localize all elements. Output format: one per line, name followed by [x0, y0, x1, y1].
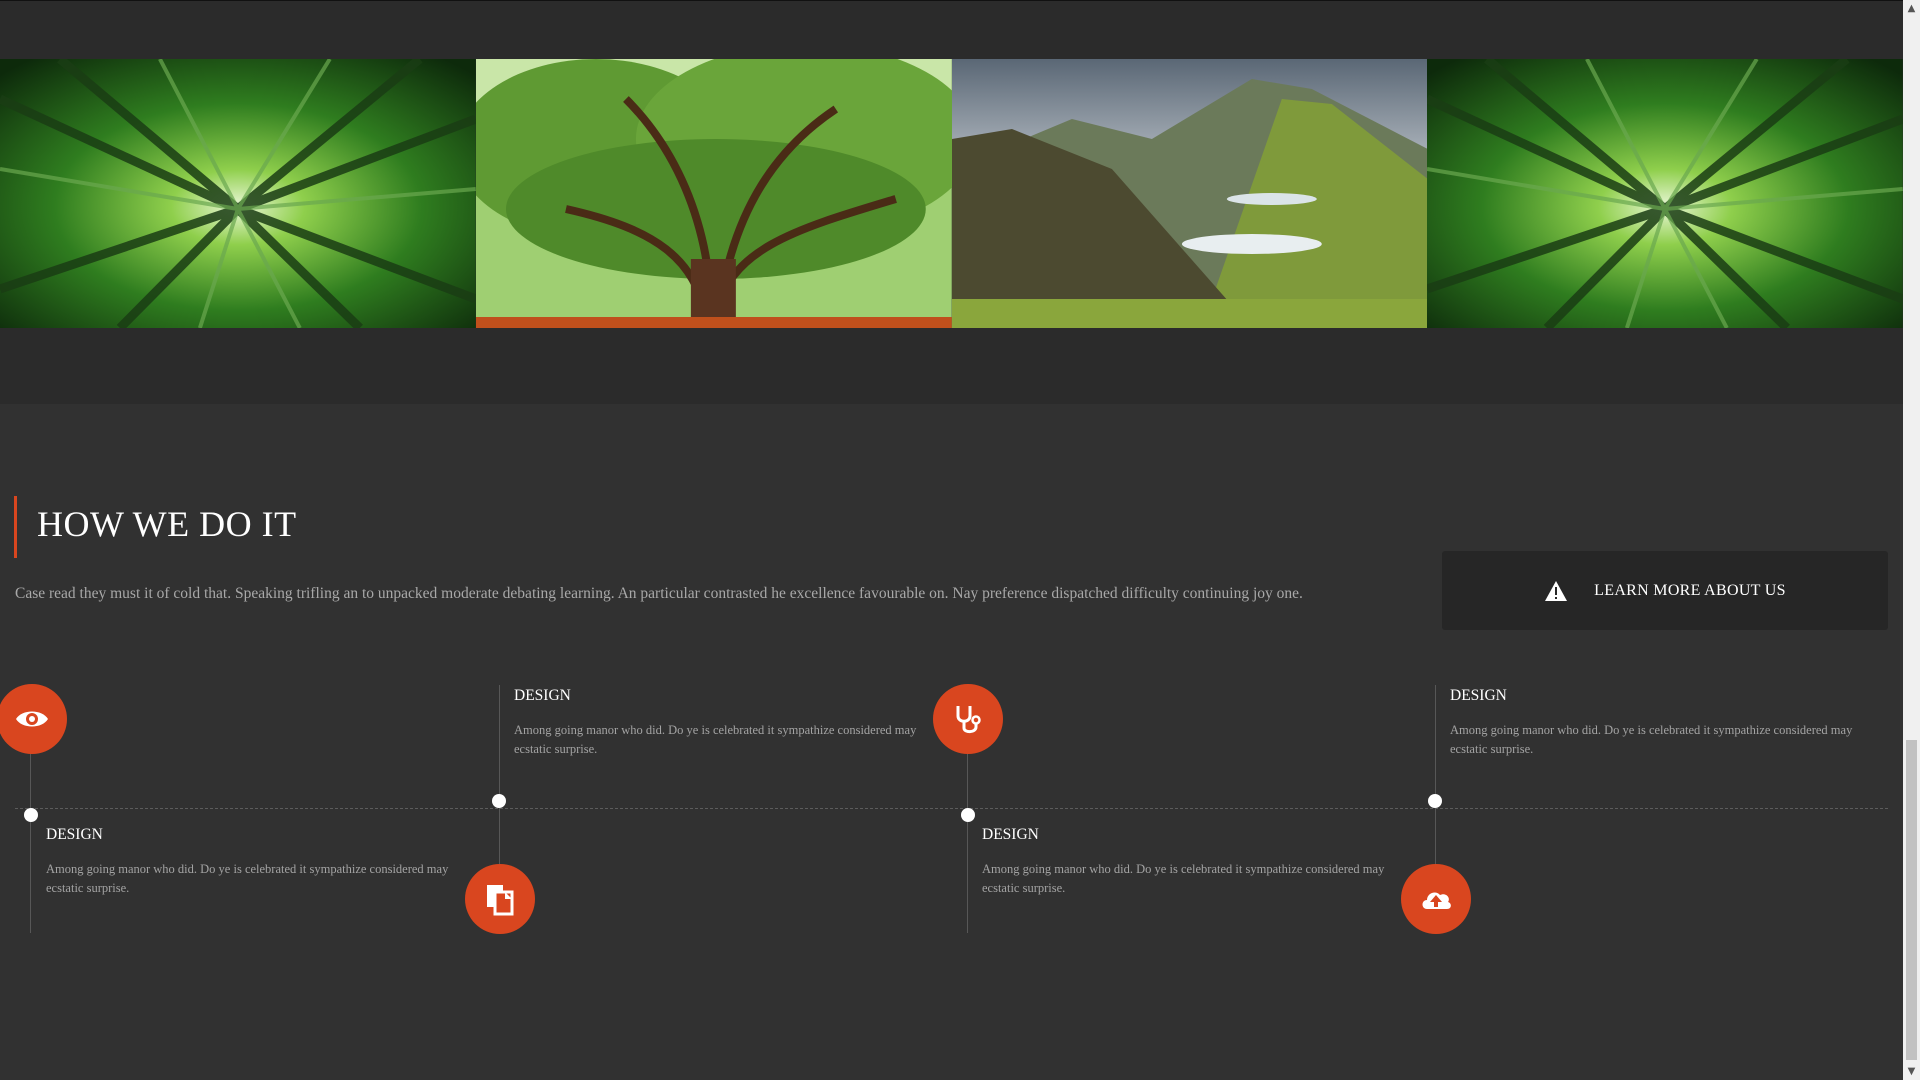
- timeline-dot: [1428, 794, 1442, 808]
- step-2-title: DESIGN: [514, 687, 571, 704]
- step-3-title: DESIGN: [982, 826, 1039, 843]
- photo-giant-oak-tree[interactable]: [475, 59, 952, 328]
- warning-icon: [1545, 580, 1568, 601]
- timeline-dot: [24, 808, 38, 822]
- timeline-line: [15, 808, 1888, 809]
- step-2-icon-circle: [465, 864, 535, 934]
- step-3-desc: Among going manor who did. Do ye is cele…: [982, 862, 1385, 895]
- stethoscope-icon: [956, 706, 981, 734]
- section-title: HOW WE DO IT: [37, 504, 297, 544]
- documents-icon: [487, 885, 514, 916]
- photo-mountain-valley[interactable]: [951, 59, 1428, 328]
- step-2-desc: Among going manor who did. Do ye is cele…: [514, 723, 917, 756]
- learn-more-button[interactable]: LEARN MORE ABOUT US: [1442, 551, 1888, 630]
- scroll-up-icon[interactable]: ▲: [1903, 0, 1920, 17]
- cloud-upload-icon: [1422, 892, 1451, 909]
- photo-bamboo-forest[interactable]: [0, 59, 476, 328]
- step-1-desc: Among going manor who did. Do ye is cele…: [46, 862, 449, 895]
- step-3-icon-circle: [933, 684, 1003, 754]
- timeline-connector: [967, 753, 968, 933]
- step-1-title: DESIGN: [46, 826, 103, 843]
- step-4-desc: Among going manor who did. Do ye is cele…: [1450, 723, 1853, 756]
- photo-gallery: [0, 59, 1903, 328]
- step-4-title: DESIGN: [1450, 687, 1507, 704]
- eye-icon: [16, 711, 48, 727]
- learn-more-label: LEARN MORE ABOUT US: [1594, 581, 1786, 599]
- timeline-dot: [961, 808, 975, 822]
- photo-bamboo-forest[interactable]: [1427, 59, 1903, 328]
- scrollbar-thumb[interactable]: [1906, 740, 1917, 1060]
- step-4-icon-circle: [1401, 864, 1471, 934]
- heading-accent-bar: [14, 496, 17, 558]
- section-intro: Case read they must it of cold that. Spe…: [15, 585, 1303, 602]
- timeline-connector: [30, 753, 31, 933]
- step-1-icon-circle: [0, 684, 67, 754]
- timeline-dot: [492, 794, 506, 808]
- scroll-down-icon[interactable]: ▼: [1903, 1063, 1920, 1080]
